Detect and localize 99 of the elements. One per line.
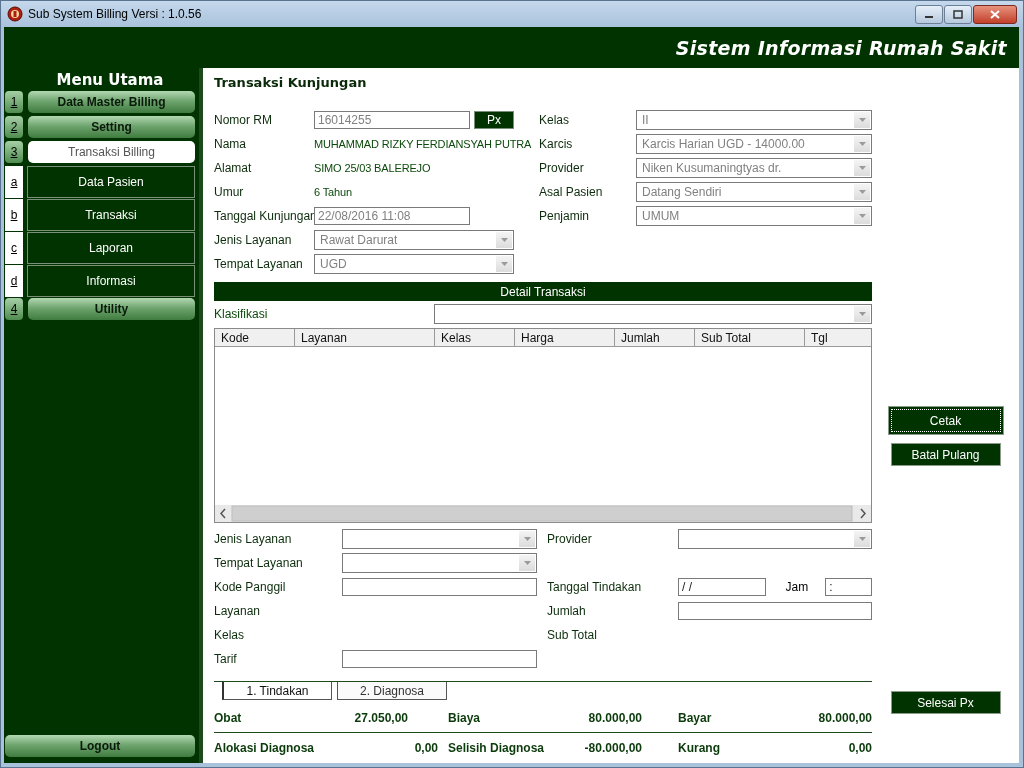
column-header[interactable]: Tgl [805,329,871,346]
field-label: Tempat Layanan [214,257,304,271]
field-value: 6 Tahun [314,186,352,198]
field-label: Kelas [214,628,246,642]
field-label: Umur [214,185,245,199]
field-label: Tempat Layanan [214,556,304,570]
field-label: Penjamin [539,209,591,223]
window-title: Sub System Billing Versi : 1.0.56 [28,7,202,21]
column-header[interactable]: Sub Total [695,329,805,346]
chevron-down-icon [858,166,866,170]
chevron-down-icon [858,312,866,316]
column-header[interactable]: Jumlah [615,329,695,346]
chevron-down-icon [523,537,531,541]
summary-label: Bayar [678,711,712,725]
field-label: Asal Pasien [539,185,604,199]
finish-button[interactable]: Selesai Px [890,691,1001,714]
field-value: SIMO 25/03 BALEREJO [314,162,431,174]
action-button[interactable]: Batal Pulang [890,443,1001,466]
menu-shortcut-key: b [5,199,23,231]
field-label: Kelas [539,113,571,127]
chevron-down-icon [858,118,866,122]
app-title: Sistem Informasi Rumah Sakit [675,36,1007,59]
column-header[interactable]: Harga [515,329,615,346]
tab[interactable]: 2. Diagnosa [337,682,447,700]
field-label: Klasifikasi [214,307,269,321]
field-label: Kode Panggil [214,580,287,594]
chevron-down-icon [500,262,508,266]
field-label: Jenis Layanan [214,233,293,247]
summary-value: -80.000,00 [584,741,642,755]
column-header[interactable]: Kelas [435,329,515,346]
menu-shortcut-key: c [5,232,23,264]
summary-label: Kurang [678,741,720,755]
summary-label: Alokasi Diagnosa [214,741,315,755]
menu-shortcut-key: 4 [5,298,23,320]
menu-button[interactable]: Data Master Billing [28,91,195,113]
dropdown-field[interactable] [342,553,537,573]
summary-label: Biaya [448,711,481,725]
summary-label: Obat [214,711,242,725]
field-label: Jam [785,580,810,594]
column-header[interactable]: Layanan [295,329,435,346]
chevron-down-icon [858,214,866,218]
menu-shortcut-key: 1 [5,91,23,113]
field-value: MUHAMMAD RIZKY FERDIANSYAH PUTRA [314,138,532,150]
app-icon [7,6,23,22]
chevron-down-icon [858,537,866,541]
input-field[interactable] [342,578,537,596]
field-label: Alamat [214,161,253,175]
menu-shortcut-key: 2 [5,116,23,138]
field-label: Tanggal Kunjungan [214,209,314,223]
menu-button[interactable]: Transaksi Billing [28,141,195,163]
tab[interactable]: 1. Tindakan [222,682,332,700]
submenu-item[interactable]: Transaksi [27,199,195,231]
summary-value: 0,00 [414,741,438,755]
dropdown-field[interactable] [678,529,872,549]
chevron-down-icon [858,190,866,194]
field-label: Provider [547,532,593,546]
field-label: Tanggal Tindakan [547,580,643,594]
summary-value: 0,00 [848,741,872,755]
summary-value: 80.000,00 [588,711,642,725]
dropdown-field[interactable] [434,304,872,324]
menu-heading: Menu Utama [55,70,165,91]
input-field[interactable] [678,602,872,620]
menu-shortcut-key: 3 [5,141,23,163]
chevron-down-icon [858,142,866,146]
field-label: Provider [539,161,585,175]
logout-button[interactable]: Logout [5,735,195,757]
maximize-icon [953,10,963,19]
field-label: Nomor RM [214,113,273,127]
field-label: Jenis Layanan [214,532,293,546]
field-label: Nama [214,137,247,151]
submenu-item[interactable]: Laporan [27,232,195,264]
minimize-button[interactable] [915,5,943,24]
summary-label: Selisih Diagnosa [448,741,545,755]
summary-value: 80.000,00 [818,711,872,725]
form-title: Transaksi Kunjungan [214,75,368,92]
chevron-down-icon [523,561,531,565]
field-label: Jumlah [547,604,587,618]
menu-button[interactable]: Setting [28,116,195,138]
date-field[interactable]: / / [678,578,766,596]
menu-shortcut-key: d [5,265,23,297]
field-label: Layanan [214,604,262,618]
submenu-item[interactable]: Informasi [27,265,195,297]
time-field[interactable]: : [825,578,872,596]
close-icon [990,10,1000,19]
chevron-down-icon [500,238,508,242]
field-label: Tarif [214,652,238,666]
submenu-item[interactable]: Data Pasien [27,166,195,198]
action-button[interactable]: Cetak [890,409,1001,432]
close-button[interactable] [973,5,1017,24]
field-label: Karcis [539,137,574,151]
input-field[interactable] [342,650,537,668]
dropdown-field[interactable] [342,529,537,549]
menu-shortcut-key: a [5,166,23,198]
maximize-button[interactable] [944,5,972,24]
section-header: Detail Transaksi [214,282,872,301]
summary-value: 27.050,00 [354,711,408,725]
field-label: Sub Total [547,628,598,642]
column-header[interactable]: Kode [215,329,295,346]
menu-button[interactable]: Utility [28,298,195,320]
